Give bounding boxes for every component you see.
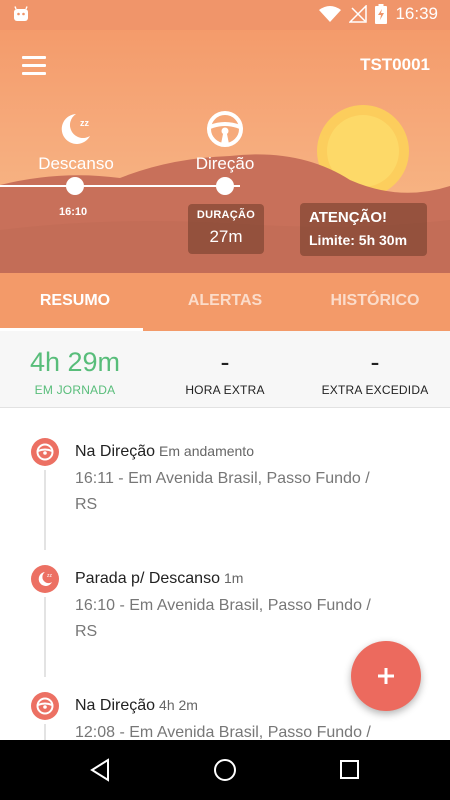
tab-historico[interactable]: HISTÓRICO xyxy=(300,273,450,331)
summary-bar: 4h 29m EM JORNADA - HORA EXTRA - EXTRA E… xyxy=(0,331,450,408)
recents-icon[interactable] xyxy=(340,760,359,779)
event-meta: 1m xyxy=(223,570,244,586)
menu-button[interactable] xyxy=(22,56,46,78)
wifi-icon xyxy=(319,6,342,22)
battery-charging-icon xyxy=(375,4,388,24)
mode-rest-label: Descanso xyxy=(38,154,114,173)
plus-icon xyxy=(378,668,394,684)
back-icon[interactable] xyxy=(90,758,109,782)
event-meta: 4h 2m xyxy=(159,697,198,713)
tab-alertas[interactable]: ALERTAS xyxy=(150,273,300,331)
header-hero: TST0001 zz Descanso Direção 16:10 DURAÇÃ… xyxy=(0,30,450,273)
duration-value: 27m xyxy=(209,227,243,246)
system-nav-bar xyxy=(0,740,450,800)
duration-chip: DURAÇÃO 27m xyxy=(188,204,264,254)
timeline-dot-drive[interactable] xyxy=(216,177,234,195)
add-button[interactable] xyxy=(351,641,421,711)
timeline-connector xyxy=(44,724,46,740)
status-bar: 16:39 xyxy=(0,0,450,30)
moon-sleep-icon: zz xyxy=(61,114,90,144)
steering-wheel-icon xyxy=(31,692,59,720)
summary-journey-label: EM JORNADA xyxy=(34,383,116,397)
event-title: Na Direção 4h 2m xyxy=(75,697,198,715)
summary-journey-value: 4h 29m xyxy=(29,347,121,377)
event-title: Parada p/ Descanso 1m xyxy=(75,570,243,588)
tab-bar: RESUMO ALERTAS HISTÓRICO xyxy=(0,273,450,331)
steering-wheel-icon xyxy=(207,111,243,147)
timeline-connector xyxy=(44,597,46,677)
status-time: 16:39 xyxy=(395,4,438,23)
event-title-text: Parada p/ Descanso xyxy=(75,570,220,587)
summary-exceeded: - EXTRA EXCEDIDA xyxy=(300,331,450,407)
alert-chip: ATENÇÃO! Limite: 5h 30m xyxy=(300,203,427,256)
mode-drive[interactable]: Direção xyxy=(190,110,260,174)
timeline-dot-rest[interactable] xyxy=(66,177,84,195)
alert-title: ATENÇÃO! xyxy=(309,209,388,226)
no-signal-icon xyxy=(349,5,368,23)
duration-label: DURAÇÃO xyxy=(196,209,256,221)
android-icon xyxy=(14,6,28,21)
summary-overtime-label: HORA EXTRA xyxy=(185,383,265,397)
timeline-time: 16:10 xyxy=(59,206,88,218)
summary-journey: 4h 29m EM JORNADA xyxy=(0,331,150,407)
steering-wheel-icon xyxy=(31,438,59,466)
alert-text: Limite: 5h 30m xyxy=(309,232,408,248)
timeline-connector xyxy=(44,470,46,550)
timeline-line xyxy=(0,185,240,187)
event-desc: 16:10 - Em Avenida Brasil, Passo Fundo /… xyxy=(75,597,371,640)
svg-text:zz: zz xyxy=(80,118,90,128)
moon-sleep-icon: zz xyxy=(31,565,59,593)
device-id: TST0001 xyxy=(360,55,430,74)
event-title-text: Na Direção xyxy=(75,697,156,714)
summary-exceeded-label: EXTRA EXCEDIDA xyxy=(321,383,429,397)
summary-overtime: - HORA EXTRA xyxy=(150,331,300,407)
event-desc: 12:08 - Em Avenida Brasil, Passo Fundo /… xyxy=(75,724,371,740)
summary-overtime-value: - xyxy=(220,347,230,377)
mode-rest[interactable]: zz Descanso xyxy=(34,110,118,174)
mode-drive-label: Direção xyxy=(195,154,255,173)
event-desc: 16:11 - Em Avenida Brasil, Passo Fundo /… xyxy=(75,470,370,513)
event-title: Na Direção Em andamento xyxy=(75,443,254,461)
svg-text:zz: zz xyxy=(47,573,53,579)
event-title-text: Na Direção xyxy=(75,443,156,460)
event-meta: Em andamento xyxy=(159,443,254,459)
home-icon[interactable] xyxy=(214,759,236,781)
summary-exceeded-value: - xyxy=(370,347,380,377)
tab-resumo[interactable]: RESUMO xyxy=(0,273,150,331)
